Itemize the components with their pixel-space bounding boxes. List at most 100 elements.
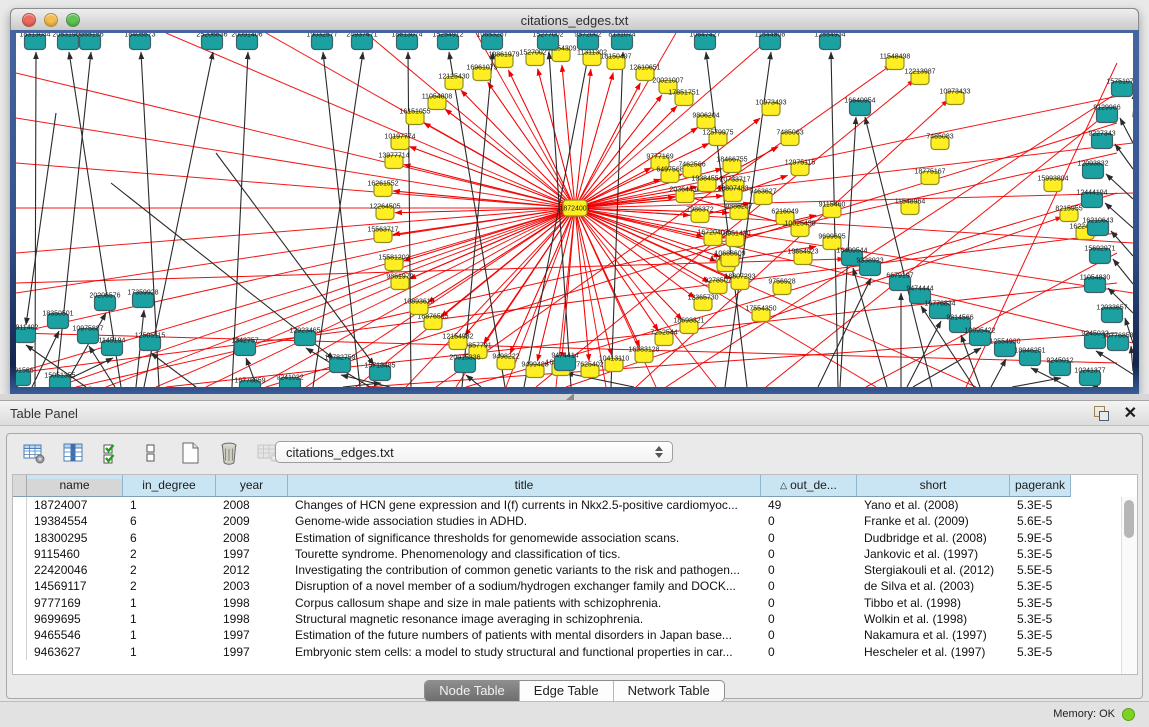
cell-out-de-[interactable]: 0 (761, 595, 857, 611)
cell-year[interactable]: 2008 (216, 497, 288, 513)
column-header-pagerank[interactable]: pagerank (1010, 475, 1071, 497)
table-row[interactable]: 2242004622012Investigating the contribut… (13, 562, 1137, 578)
cell-out-de-[interactable]: 0 (761, 644, 857, 660)
table-scrollbar[interactable] (1121, 497, 1137, 674)
table-row[interactable]: 1830029562008Estimation of significance … (13, 530, 1137, 546)
cell-short[interactable]: Nakamura et al. (1997) (857, 627, 1010, 643)
cell-short[interactable]: de Silva et al. (2003) (857, 578, 1010, 594)
tab-network-table[interactable]: Network Table (614, 681, 724, 701)
column-header-short[interactable]: short (857, 475, 1010, 497)
cell-pagerank[interactable]: 5.6E-5 (1010, 513, 1071, 529)
cell-title[interactable]: Investigating the contribution of common… (288, 562, 761, 578)
cell-short[interactable]: Dudbridge et al. (2008) (857, 530, 1010, 546)
table-row[interactable]: 1938455462009Genome-wide association stu… (13, 513, 1137, 529)
cell-short[interactable]: Jankovic et al. (1997) (857, 546, 1010, 562)
show-columns-icon[interactable] (60, 440, 86, 466)
table-row[interactable]: 977716911998Corpus callosum shape and si… (13, 595, 1137, 611)
cell-title[interactable]: Estimation of significance thresholds fo… (288, 530, 761, 546)
cell-year[interactable]: 1998 (216, 611, 288, 627)
cell-name[interactable]: 14569117 (27, 578, 123, 594)
cell-pagerank[interactable]: 5.5E-5 (1010, 562, 1071, 578)
network-window-titlebar[interactable]: citations_edges.txt (10, 8, 1139, 32)
column-header-out-de-[interactable]: △out_de... (761, 475, 857, 497)
cell-name[interactable]: 9115460 (27, 546, 123, 562)
cell-pagerank[interactable]: 5.3E-5 (1010, 611, 1071, 627)
cell-name[interactable]: 18300295 (27, 530, 123, 546)
cell-title[interactable]: Disruption of a novel member of a sodium… (288, 578, 761, 594)
cell-year[interactable]: 2012 (216, 562, 288, 578)
column-header-title[interactable]: title (288, 475, 761, 497)
clear-selection-icon[interactable] (138, 440, 164, 466)
delete-column-icon[interactable] (216, 440, 242, 466)
column-header-name[interactable]: name (27, 475, 123, 497)
cell-pagerank[interactable]: 5.3E-5 (1010, 578, 1071, 594)
cell-in-degree[interactable]: 2 (123, 578, 216, 594)
cell-in-degree[interactable]: 2 (123, 546, 216, 562)
cell-in-degree[interactable]: 1 (123, 595, 216, 611)
cell-year[interactable]: 1998 (216, 595, 288, 611)
cell-title[interactable]: Structural magnetic resonance image aver… (288, 611, 761, 627)
cell-out-de-[interactable]: 0 (761, 627, 857, 643)
cell-name[interactable]: 18724007 (27, 497, 123, 513)
tab-node-table[interactable]: Node Table (425, 681, 520, 701)
cell-pagerank[interactable]: 5.3E-5 (1010, 546, 1071, 562)
float-panel-icon[interactable] (1094, 406, 1109, 420)
cell-year[interactable]: 1997 (216, 546, 288, 562)
cell-in-degree[interactable]: 2 (123, 562, 216, 578)
cell-out-de-[interactable]: 0 (761, 530, 857, 546)
cell-pagerank[interactable]: 5.3E-5 (1010, 644, 1071, 660)
cell-pagerank[interactable]: 5.9E-5 (1010, 530, 1071, 546)
table-mode-icon[interactable] (21, 440, 47, 466)
column-header-in-degree[interactable]: in_degree (123, 475, 216, 497)
cell-name[interactable]: 9699695 (27, 611, 123, 627)
cell-short[interactable]: Yano et al. (2008) (857, 497, 1010, 513)
cell-short[interactable]: Hescheler et al. (1997) (857, 644, 1010, 660)
close-panel-icon[interactable]: ✕ (1124, 403, 1137, 423)
cell-in-degree[interactable]: 1 (123, 644, 216, 660)
cell-out-de-[interactable]: 49 (761, 497, 857, 513)
cell-pagerank[interactable]: 5.3E-5 (1010, 595, 1071, 611)
divider-grip-icon[interactable] (566, 393, 574, 400)
cell-out-de-[interactable]: 0 (761, 513, 857, 529)
cell-title[interactable]: Changes of HCN gene expression and I(f) … (288, 497, 761, 513)
cell-year[interactable]: 2008 (216, 530, 288, 546)
table-row[interactable]: 1456911722003Disruption of a novel membe… (13, 578, 1137, 594)
cell-title[interactable]: Embryonic stem cells: a model to study s… (288, 644, 761, 660)
table-row[interactable]: 946554611997Estimation of the future num… (13, 627, 1137, 643)
table-row[interactable]: 1872400712008Changes of HCN gene express… (13, 497, 1137, 513)
select-all-icon[interactable] (99, 440, 125, 466)
cell-in-degree[interactable]: 1 (123, 611, 216, 627)
cell-short[interactable]: Wolkin et al. (1998) (857, 611, 1010, 627)
cell-name[interactable]: 9777169 (27, 595, 123, 611)
cell-short[interactable]: Tibbo et al. (1998) (857, 595, 1010, 611)
cell-out-de-[interactable]: 0 (761, 562, 857, 578)
cell-in-degree[interactable]: 6 (123, 513, 216, 529)
cell-year[interactable]: 2003 (216, 578, 288, 594)
cell-title[interactable]: Corpus callosum shape and size in male p… (288, 595, 761, 611)
cell-short[interactable]: Stergiakouli et al. (2012) (857, 562, 1010, 578)
cell-pagerank[interactable]: 5.3E-5 (1010, 497, 1071, 513)
new-column-icon[interactable] (177, 440, 203, 466)
cell-year[interactable]: 1997 (216, 644, 288, 660)
cell-pagerank[interactable]: 5.3E-5 (1010, 627, 1071, 643)
cell-year[interactable]: 2009 (216, 513, 288, 529)
cell-short[interactable]: Franke et al. (2009) (857, 513, 1010, 529)
cell-in-degree[interactable]: 6 (123, 530, 216, 546)
cell-out-de-[interactable]: 0 (761, 546, 857, 562)
network-canvas[interactable]: 1225430911311302181504971261065120021007… (16, 33, 1133, 387)
cell-name[interactable]: 9463627 (27, 644, 123, 660)
column-header-year[interactable]: year (216, 475, 288, 497)
tab-edge-table[interactable]: Edge Table (520, 681, 614, 701)
cell-in-degree[interactable]: 1 (123, 497, 216, 513)
cell-name[interactable]: 9465546 (27, 627, 123, 643)
cell-in-degree[interactable]: 1 (123, 627, 216, 643)
cell-title[interactable]: Estimation of the future numbers of pati… (288, 627, 761, 643)
cell-title[interactable]: Tourette syndrome. Phenomenology and cla… (288, 546, 761, 562)
table-row[interactable]: 911546021997Tourette syndrome. Phenomeno… (13, 546, 1137, 562)
cell-name[interactable]: 19384554 (27, 513, 123, 529)
cell-title[interactable]: Genome-wide association studies in ADHD. (288, 513, 761, 529)
table-selector-dropdown[interactable]: citations_edges.txt (275, 441, 673, 463)
cell-out-de-[interactable]: 0 (761, 611, 857, 627)
cell-name[interactable]: 22420046 (27, 562, 123, 578)
table-row[interactable]: 969969511998Structural magnetic resonanc… (13, 611, 1137, 627)
